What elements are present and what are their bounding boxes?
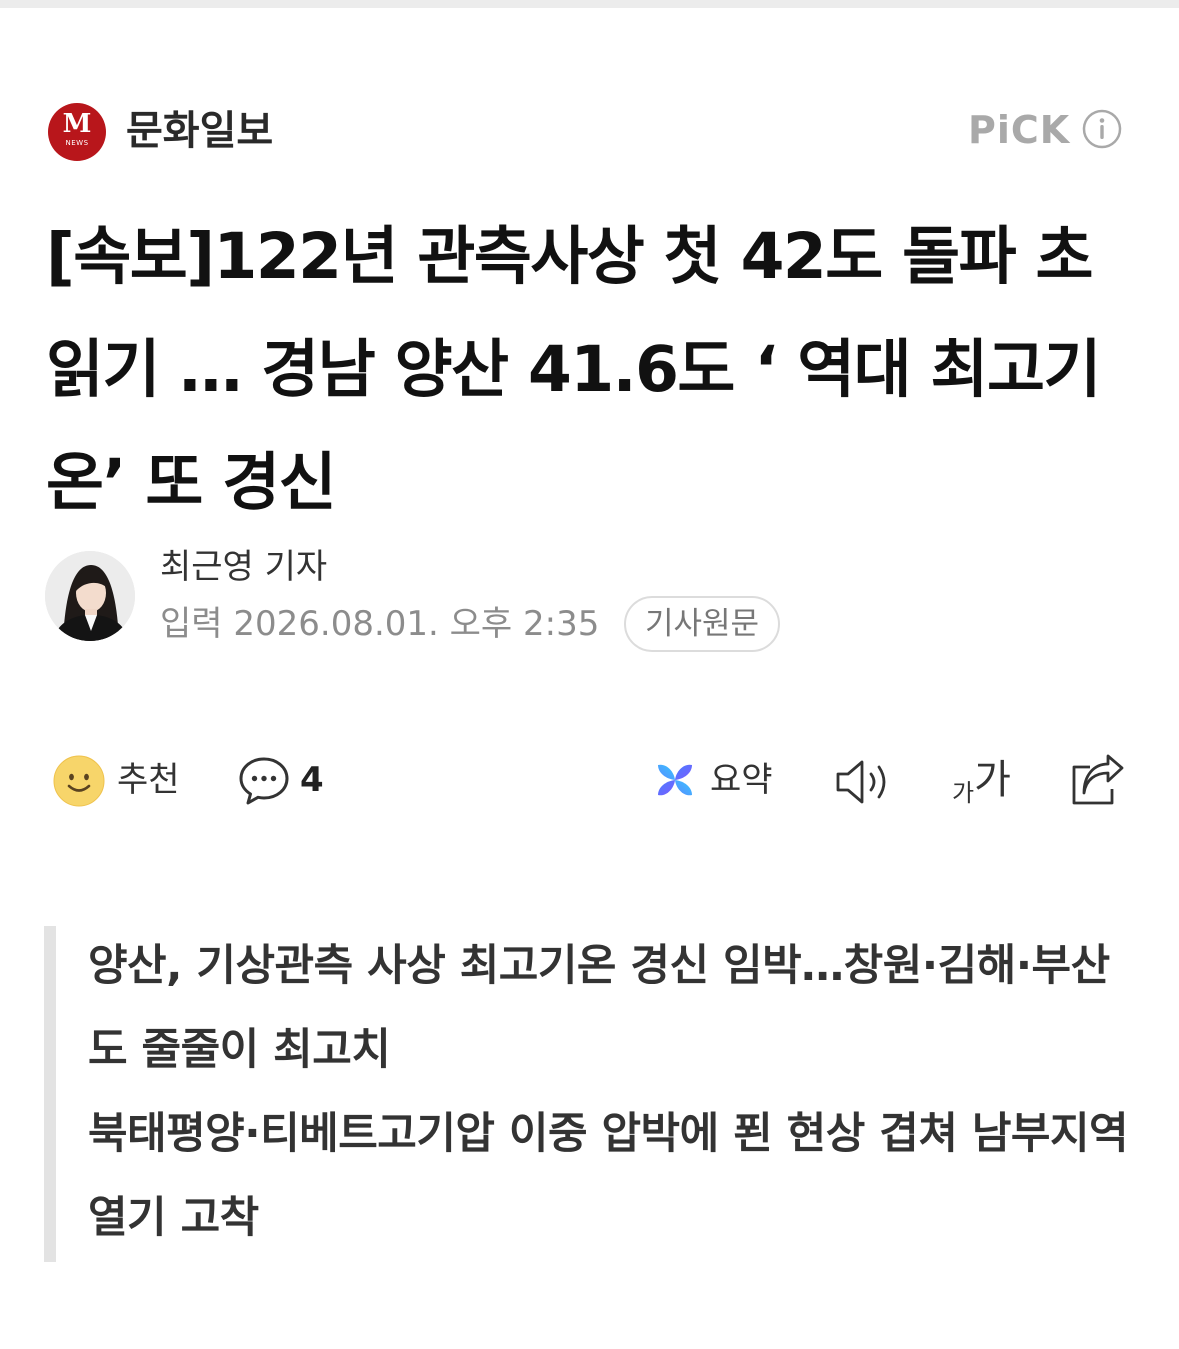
press-name[interactable]: 문화일보	[126, 104, 273, 158]
reporter-name[interactable]: 최근영 기자	[160, 545, 327, 589]
font-size-large: 가	[974, 757, 1011, 803]
subheading-block: 양산, 기상관측 사상 최고기온 경신 임박…창원·김해·부산도 줄줄이 최고치…	[88, 924, 1148, 1260]
summary-label[interactable]: 요약	[710, 756, 773, 804]
subheading-bar	[44, 926, 56, 1262]
press-logo-icon[interactable]: M NEWS	[48, 103, 106, 161]
speaker-icon[interactable]	[834, 756, 894, 808]
ai-summary-icon[interactable]	[654, 759, 696, 801]
pick-badge: PiCK	[968, 108, 1071, 152]
subheading-line: 북태평양·티베트고기압 이중 압박에 푄 현상 겹쳐 남부지역 열기 고착	[88, 1109, 1129, 1243]
reporter-avatar[interactable]	[45, 551, 135, 641]
font-size-icon[interactable]: 가가	[952, 752, 1022, 808]
article-headline: [속보]122년 관측사상 첫 42도 돌파 초읽기 … 경남 양산 41.6도…	[46, 220, 1101, 519]
comment-count[interactable]: 4	[300, 756, 324, 804]
font-size-small: 가	[952, 779, 975, 807]
publish-date: 입력 2026.08.01. 오후 2:35	[160, 604, 600, 644]
reporter-photo-icon	[45, 551, 135, 641]
press-logo-letter: M	[62, 109, 92, 139]
status-bar-strip	[0, 0, 1179, 8]
subheading-line: 양산, 기상관측 사상 최고기온 경신 임박…창원·김해·부산도 줄줄이 최고치	[88, 941, 1110, 1075]
like-label[interactable]: 추천	[117, 756, 180, 804]
original-article-button[interactable]: 기사원문	[624, 596, 780, 652]
info-icon[interactable]	[1082, 109, 1122, 149]
smile-icon[interactable]	[53, 755, 105, 807]
press-logo-sub: NEWS	[65, 139, 89, 147]
share-icon[interactable]	[1068, 753, 1126, 807]
speech-bubble-icon[interactable]	[238, 755, 290, 807]
